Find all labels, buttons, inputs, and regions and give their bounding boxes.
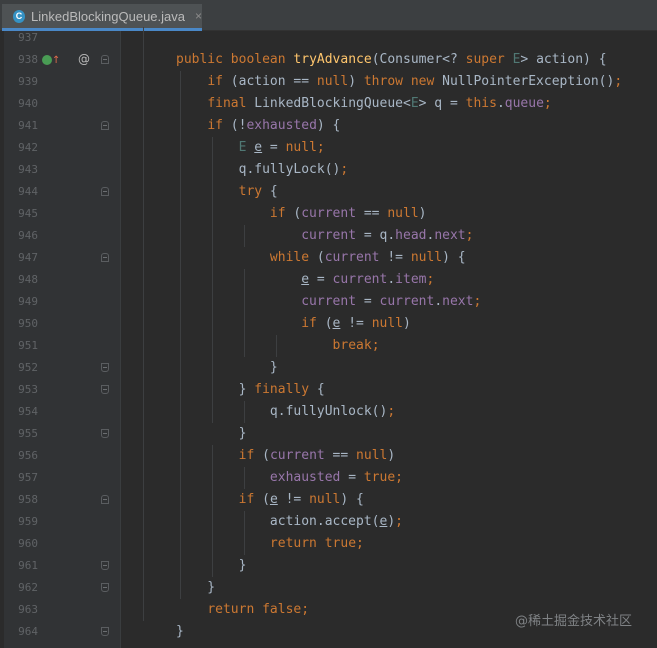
code-line[interactable]: 942 E e = null; bbox=[0, 137, 657, 159]
override-arrow-icon: ↑ bbox=[52, 55, 61, 66]
code-line[interactable]: 954 q.fullyUnlock(); bbox=[0, 401, 657, 423]
code-line[interactable]: 957 exhausted = true; bbox=[0, 467, 657, 489]
code-text: current = current.next; bbox=[301, 294, 482, 309]
line-number: 960 bbox=[18, 537, 38, 550]
line-number: 939 bbox=[18, 75, 38, 88]
code-line[interactable]: 958 if (e != null) { bbox=[0, 489, 657, 511]
code-text: if (current == null) bbox=[238, 448, 396, 463]
line-number: 950 bbox=[18, 317, 38, 330]
code-text: return false; bbox=[207, 602, 310, 617]
code-line[interactable]: 948 e = current.item; bbox=[0, 269, 657, 291]
fold-marker-icon[interactable] bbox=[101, 187, 109, 196]
code-line[interactable]: 960 return true; bbox=[0, 533, 657, 555]
line-number: 957 bbox=[18, 471, 38, 484]
code-text: if (current == null) bbox=[269, 206, 427, 221]
line-number: 958 bbox=[18, 493, 38, 506]
fold-marker-icon[interactable] bbox=[101, 561, 109, 570]
line-number: 941 bbox=[18, 119, 38, 132]
code-line[interactable]: 950 if (e != null) bbox=[0, 313, 657, 335]
code-text: if (e != null) bbox=[301, 316, 411, 331]
line-number: 956 bbox=[18, 449, 38, 462]
code-line[interactable]: 947 while (current != null) { bbox=[0, 247, 657, 269]
line-number: 937 bbox=[18, 31, 38, 44]
code-line[interactable]: 946 current = q.head.next; bbox=[0, 225, 657, 247]
code-line[interactable]: 951 break; bbox=[0, 335, 657, 357]
code-text: if (!exhausted) { bbox=[207, 118, 341, 133]
code-line[interactable]: 940 final LinkedBlockingQueue<E> q = thi… bbox=[0, 93, 657, 115]
code-text: while (current != null) { bbox=[269, 250, 466, 265]
code-text: E e = null; bbox=[238, 140, 325, 155]
code-text: current = q.head.next; bbox=[301, 228, 474, 243]
code-line[interactable]: 943 q.fullyLock(); bbox=[0, 159, 657, 181]
code-line[interactable]: 949 current = current.next; bbox=[0, 291, 657, 313]
fold-marker-icon[interactable] bbox=[101, 363, 109, 372]
code-text: q.fullyUnlock(); bbox=[176, 404, 396, 419]
line-number: 955 bbox=[18, 427, 38, 440]
code-line[interactable]: 939 if (action == null) throw new NullPo… bbox=[0, 71, 657, 93]
line-number: 947 bbox=[18, 251, 38, 264]
fold-marker-icon[interactable] bbox=[101, 55, 109, 64]
line-number: 944 bbox=[18, 185, 38, 198]
code-line[interactable]: 962 } bbox=[0, 577, 657, 599]
code-text: } bbox=[176, 426, 247, 441]
fold-marker-icon[interactable] bbox=[101, 495, 109, 504]
code-text: break; bbox=[332, 338, 380, 353]
java-class-icon: C bbox=[13, 9, 26, 23]
code-text: } finally { bbox=[176, 382, 325, 397]
tab-file-name: LinkedBlockingQueue.java bbox=[31, 8, 185, 24]
code-text: exhausted = true; bbox=[269, 470, 403, 485]
code-line[interactable]: 937 bbox=[0, 27, 657, 49]
code-text: action.accept(e); bbox=[176, 514, 403, 529]
code-line[interactable]: 956 if (current == null) bbox=[0, 445, 657, 467]
code-text: final LinkedBlockingQueue<E> q = this.qu… bbox=[207, 96, 552, 111]
override-method-icon[interactable]: ↑ bbox=[42, 52, 60, 66]
fold-marker-icon[interactable] bbox=[101, 627, 109, 636]
fold-marker-icon[interactable] bbox=[101, 253, 109, 262]
code-line[interactable]: 941 if (!exhausted) { bbox=[0, 115, 657, 137]
fold-marker-icon[interactable] bbox=[101, 583, 109, 592]
line-number: 964 bbox=[18, 625, 38, 638]
fold-marker-icon[interactable] bbox=[101, 385, 109, 394]
annotation-icon[interactable]: @ bbox=[78, 52, 90, 66]
fold-marker-icon[interactable] bbox=[101, 121, 109, 130]
watermark: @稀土掘金技术社区 bbox=[515, 614, 633, 629]
code-text: public boolean tryAdvance(Consumer<? sup… bbox=[176, 52, 607, 67]
line-number: 963 bbox=[18, 603, 38, 616]
line-number: 961 bbox=[18, 559, 38, 572]
line-number: 953 bbox=[18, 383, 38, 396]
code-text: return true; bbox=[269, 536, 364, 551]
code-line[interactable]: 952 } bbox=[0, 357, 657, 379]
code-line[interactable]: 938 ↑ @ public boolean tryAdvance(Consumer<… bbox=[0, 49, 657, 71]
line-number: 948 bbox=[18, 273, 38, 286]
line-number: 959 bbox=[18, 515, 38, 528]
code-text: if (e != null) { bbox=[238, 492, 364, 507]
code-text: e = current.item; bbox=[301, 272, 435, 287]
code-line[interactable]: 955 } bbox=[0, 423, 657, 445]
code-line[interactable]: 944 try { bbox=[0, 181, 657, 203]
code-text: q.fullyLock(); bbox=[176, 162, 349, 177]
fold-marker-icon[interactable] bbox=[101, 429, 109, 438]
line-number: 940 bbox=[18, 97, 38, 110]
line-number: 951 bbox=[18, 339, 38, 352]
code-text: try { bbox=[238, 184, 278, 199]
code-text: if (action == null) throw new NullPointe… bbox=[207, 74, 623, 89]
code-text: } bbox=[176, 558, 247, 573]
line-number: 942 bbox=[18, 141, 38, 154]
line-number: 949 bbox=[18, 295, 38, 308]
line-number: 938 bbox=[18, 53, 38, 66]
code-line[interactable]: 961 } bbox=[0, 555, 657, 577]
code-line[interactable]: 945 if (current == null) bbox=[0, 203, 657, 225]
line-number: 946 bbox=[18, 229, 38, 242]
code-line[interactable]: 953 } finally { bbox=[0, 379, 657, 401]
line-number: 962 bbox=[18, 581, 38, 594]
code-text: } bbox=[176, 624, 184, 639]
line-number: 943 bbox=[18, 163, 38, 176]
close-tab-icon[interactable]: × bbox=[195, 9, 202, 23]
line-number: 954 bbox=[18, 405, 38, 418]
code-text: } bbox=[176, 360, 278, 375]
code-text: } bbox=[176, 580, 216, 595]
line-number: 952 bbox=[18, 361, 38, 374]
line-number: 945 bbox=[18, 207, 38, 220]
code-line[interactable]: 959 action.accept(e); bbox=[0, 511, 657, 533]
